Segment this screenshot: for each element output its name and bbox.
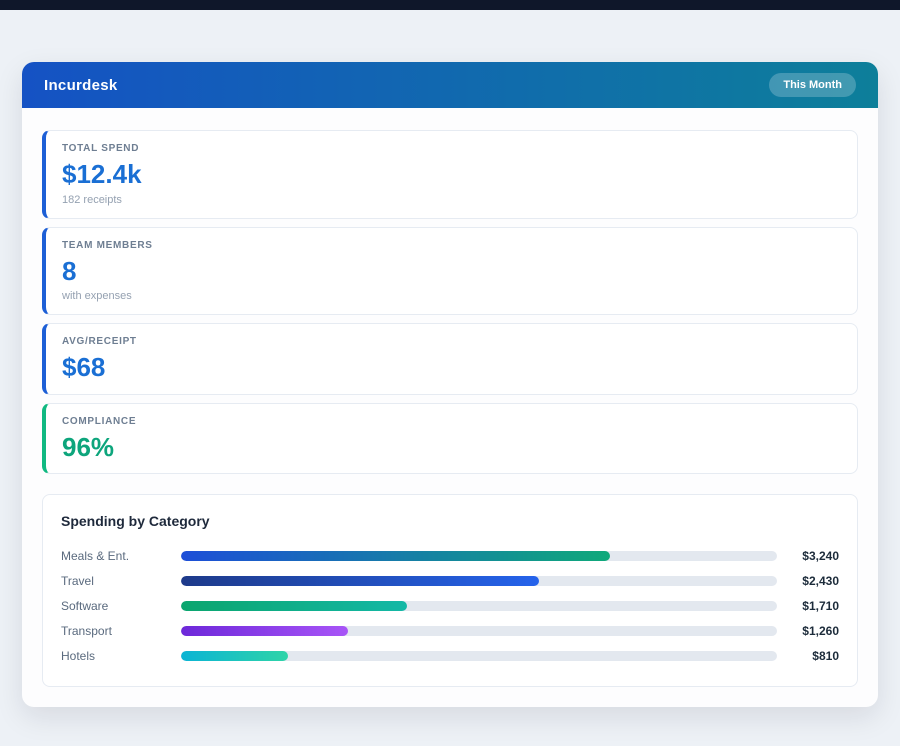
- kpi-subtext: 182 receipts: [62, 194, 841, 206]
- category-value: $1,260: [777, 624, 839, 638]
- spending-row-transport: Transport $1,260: [61, 618, 839, 643]
- app-title: Incurdesk: [44, 77, 118, 94]
- bar-track: [181, 651, 777, 661]
- spending-row-meals: Meals & Ent. $3,240: [61, 543, 839, 568]
- kpi-value: 8: [62, 257, 841, 286]
- kpi-card-avg-receipt: AVG/RECEIPT $68: [42, 323, 858, 395]
- bar-fill: [181, 576, 539, 586]
- category-label: Transport: [61, 624, 181, 638]
- kpi-label: TOTAL SPEND: [62, 143, 841, 154]
- category-value: $810: [777, 649, 839, 663]
- category-value: $3,240: [777, 549, 839, 563]
- category-value: $2,430: [777, 574, 839, 588]
- kpi-value: $68: [62, 353, 841, 382]
- bar-fill: [181, 551, 610, 561]
- kpi-label: TEAM MEMBERS: [62, 240, 841, 251]
- bar-fill: [181, 626, 348, 636]
- kpi-subtext: with expenses: [62, 290, 841, 302]
- bar-track: [181, 551, 777, 561]
- category-label: Hotels: [61, 649, 181, 663]
- bar-track: [181, 601, 777, 611]
- kpi-value: $12.4k: [62, 160, 841, 189]
- spending-row-software: Software $1,710: [61, 593, 839, 618]
- bar-track: [181, 626, 777, 636]
- top-strip: [0, 0, 900, 10]
- kpi-value: 96%: [62, 433, 841, 462]
- kpi-card-total-spend: TOTAL SPEND $12.4k 182 receipts: [42, 130, 858, 219]
- kpi-label: AVG/RECEIPT: [62, 336, 841, 347]
- category-label: Meals & Ent.: [61, 549, 181, 563]
- category-label: Travel: [61, 574, 181, 588]
- spending-row-hotels: Hotels $810: [61, 643, 839, 668]
- bar-track: [181, 576, 777, 586]
- category-label: Software: [61, 599, 181, 613]
- period-badge[interactable]: This Month: [769, 73, 856, 97]
- category-value: $1,710: [777, 599, 839, 613]
- kpi-card-compliance: COMPLIANCE 96%: [42, 403, 858, 475]
- kpi-card-team-members: TEAM MEMBERS 8 with expenses: [42, 227, 858, 316]
- kpi-label: COMPLIANCE: [62, 416, 841, 427]
- app-header: Incurdesk This Month: [22, 62, 878, 108]
- spending-by-category-card: Spending by Category Meals & Ent. $3,240…: [42, 494, 858, 687]
- dashboard-card: Incurdesk This Month TOTAL SPEND $12.4k …: [22, 62, 878, 707]
- spending-row-travel: Travel $2,430: [61, 568, 839, 593]
- bar-fill: [181, 651, 288, 661]
- spending-card-title: Spending by Category: [61, 513, 839, 529]
- bar-fill: [181, 601, 407, 611]
